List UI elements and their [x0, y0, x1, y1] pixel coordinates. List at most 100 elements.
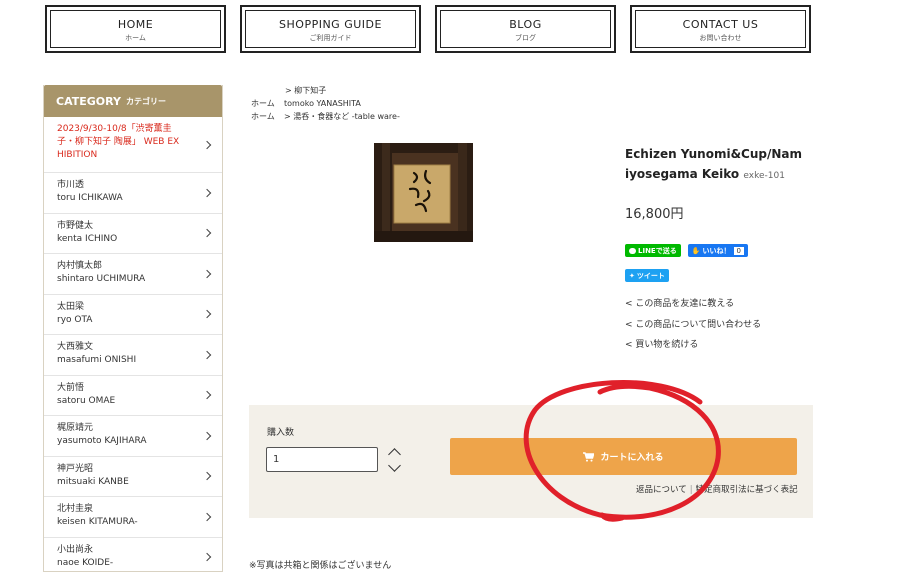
continue-shopping-link[interactable]: < 買い物を続ける — [625, 335, 761, 356]
category-name-ja: 大前悟 — [57, 382, 85, 393]
sidebar-header: CATEGORY カテゴリー — [44, 85, 222, 117]
category-name-en: satoru OMAE — [57, 395, 116, 406]
category-item[interactable]: 梶原靖元 yasumoto KAJIHARA — [44, 416, 222, 457]
line-share-label: LINEで送る — [638, 246, 677, 255]
category-item[interactable]: 北村圭泉 keisen KITAMURA- — [44, 497, 222, 538]
cart-icon — [583, 451, 595, 462]
category-name-ja: 梶原靖元 — [57, 423, 94, 433]
breadcrumb-home-link[interactable]: ホーム — [251, 111, 284, 123]
tweet-label: ツイート — [636, 271, 665, 280]
chevron-right-icon — [202, 269, 212, 278]
breadcrumb-link[interactable]: > 柳下知子 — [251, 85, 400, 98]
nav-contact[interactable]: CONTACT US お問い合わせ — [630, 5, 811, 53]
thumbs-up-icon: ✋ — [691, 246, 701, 255]
category-name-ja: 北村圭泉 — [57, 504, 94, 514]
policy-links: 返品について | 特定商取引法に基づく表記 — [636, 483, 798, 495]
nav-blog-label: BLOG — [509, 18, 542, 31]
category-name-en: ryo OTA — [57, 314, 93, 325]
category-item[interactable]: 市川透 toru ICHIKAWA — [44, 173, 222, 214]
chevron-right-icon — [202, 229, 212, 238]
quantity-label: 購入数 — [267, 428, 295, 438]
facebook-like-button[interactable]: ✋ いいね！ 0 — [687, 244, 748, 257]
category-name-ja: 神戸光昭 — [57, 463, 94, 474]
sidebar-title: CATEGORY — [56, 94, 121, 108]
product-inquiry-link[interactable]: < この商品について問い合わせる — [625, 315, 761, 336]
facebook-like-label: いいね！ — [702, 246, 731, 255]
chevron-right-icon — [202, 350, 212, 359]
category-item[interactable]: 市野健太 kenta ICHINO — [44, 214, 222, 254]
social-buttons: LINEで送る ✋ いいね！ 0 ✦ ツイート — [625, 244, 750, 282]
category-item[interactable]: 小出尚永 naoe KOIDE- — [44, 538, 222, 572]
chevron-right-icon — [202, 140, 212, 149]
nav-contact-label: CONTACT US — [682, 18, 759, 31]
tokusho-link[interactable]: 特定商取引法に基づく表記 — [696, 485, 798, 495]
line-share-button[interactable]: LINEで送る — [625, 244, 681, 257]
breadcrumb: > 柳下知子 ホーム tomoko YANASHITA ホーム > 湯呑・食器など … — [251, 85, 400, 124]
chevron-right-icon — [202, 512, 212, 521]
product-image[interactable] — [374, 143, 473, 242]
product-title: Echizen Yunomi&Cup/Nam iyosegama Keiko e… — [625, 144, 805, 186]
category-name-en: masafumi ONISHI — [57, 355, 137, 365]
category-item[interactable]: 太田梁 ryo OTA — [44, 295, 222, 335]
category-line: 2023/9/30-10/8「渋寄薫圭 — [57, 124, 172, 134]
category-name-en: naoe KOIDE- — [57, 557, 114, 568]
category-item[interactable]: 大前悟 satoru OMAE — [44, 376, 222, 416]
divider: | — [689, 485, 693, 495]
nav-shopping-guide-label: SHOPPING GUIDE — [279, 18, 382, 31]
top-navigation: HOME ホーム SHOPPING GUIDE ご利用ガイド BLOG ブログ … — [45, 5, 815, 53]
chevron-right-icon — [202, 188, 212, 197]
nav-contact-sublabel: お問い合わせ — [699, 34, 742, 42]
like-count: 0 — [733, 246, 744, 255]
nav-shopping-guide[interactable]: SHOPPING GUIDE ご利用ガイド — [240, 5, 421, 53]
category-item[interactable]: 大西雅文 masafumi ONISHI — [44, 335, 222, 376]
nav-shopping-guide-sublabel: ご利用ガイド — [309, 34, 352, 42]
quantity-input[interactable]: 1 — [266, 447, 378, 472]
chevron-right-icon — [202, 553, 212, 562]
chevron-right-icon — [202, 310, 212, 319]
product-title-line: Echizen Yunomi&Cup/Nam — [625, 147, 803, 161]
product-title-line: iyosegama Keiko — [625, 167, 740, 181]
tell-a-friend-link[interactable]: < この商品を友達に教える — [625, 294, 761, 315]
nav-blog-sublabel: ブログ — [515, 34, 536, 42]
category-name-en: kenta ICHINO — [57, 233, 118, 244]
returns-link[interactable]: 返品について — [636, 485, 687, 495]
product-photo — [374, 143, 473, 242]
breadcrumb-link[interactable]: > 湯呑・食器など -table ware- — [284, 112, 400, 121]
add-to-cart-button[interactable]: カートに入れる — [450, 438, 797, 475]
photo-note: ※写真は共箱と関係はございません — [249, 561, 392, 571]
nav-home-label: HOME — [117, 18, 154, 31]
category-name-en: toru ICHIKAWA — [57, 193, 123, 203]
category-sidebar: CATEGORY カテゴリー 2023/9/30-10/8「渋寄薫圭 子・柳下知… — [43, 85, 223, 572]
category-line: HIBITION — [57, 150, 98, 160]
category-name-ja: 大西雅文 — [57, 342, 94, 352]
quantity-decrease-icon[interactable] — [388, 459, 401, 472]
sidebar-title-ja: カテゴリー — [125, 96, 166, 106]
chevron-right-icon — [202, 431, 212, 440]
add-to-cart-label: カートに入れる — [600, 453, 664, 463]
product-links: < この商品を友達に教える < この商品について問い合わせる < 買い物を続ける — [625, 294, 761, 356]
category-name-ja: 太田梁 — [57, 301, 85, 312]
breadcrumb-link[interactable]: tomoko YANASHITA — [284, 99, 361, 108]
tweet-button[interactable]: ✦ ツイート — [625, 269, 669, 282]
category-line: 子・柳下知子 陶展」 WEB EX — [57, 137, 180, 147]
category-name-en: keisen KITAMURA- — [57, 517, 138, 527]
nav-home[interactable]: HOME ホーム — [45, 5, 226, 53]
category-name-ja: 市川透 — [57, 180, 85, 190]
product-code: exke-101 — [743, 171, 785, 181]
category-name-en: yasumoto KAJIHARA — [57, 436, 147, 446]
nav-home-sublabel: ホーム — [125, 34, 146, 42]
category-name-ja: 内村慎太郎 — [57, 261, 103, 271]
nav-blog[interactable]: BLOG ブログ — [435, 5, 616, 53]
category-item[interactable]: 神戸光昭 mitsuaki KANBE — [44, 457, 222, 497]
chevron-right-icon — [202, 391, 212, 400]
breadcrumb-home-link[interactable]: ホーム — [251, 98, 284, 110]
category-name-ja: 小出尚永 — [57, 544, 94, 555]
category-item[interactable]: 内村慎太郎 shintaro UCHIMURA — [44, 254, 222, 295]
category-item-exhibition[interactable]: 2023/9/30-10/8「渋寄薫圭 子・柳下知子 陶展」 WEB EX HI… — [44, 117, 222, 173]
line-icon — [629, 247, 636, 254]
category-name-ja: 市野健太 — [57, 220, 94, 231]
category-name-en: mitsuaki KANBE — [57, 476, 129, 487]
cart-panel: 購入数 1 カートに入れる 返品について | 特定商取引法に基づく表記 — [249, 405, 813, 518]
twitter-bird-icon: ✦ — [629, 271, 635, 280]
category-name-en: shintaro UCHIMURA — [57, 274, 146, 284]
